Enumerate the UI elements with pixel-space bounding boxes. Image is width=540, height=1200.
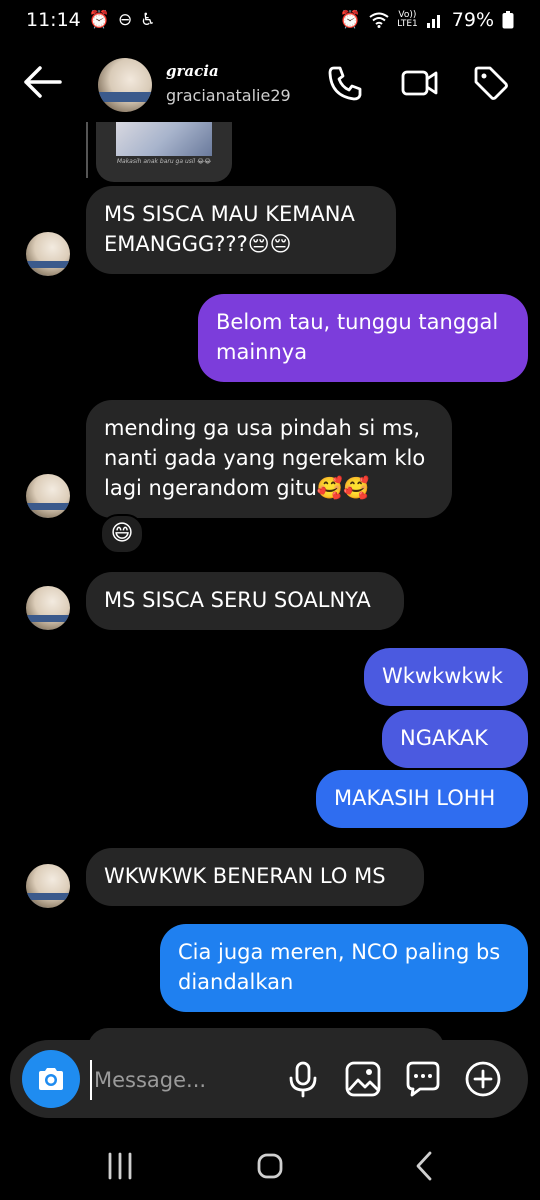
message-line: nanti gada yang ngerekam klo [104, 446, 426, 470]
system-navigation-bar [0, 1128, 540, 1200]
message-bubble-sent[interactable]: Cia juga meren, NCO paling bs diandalkan [160, 924, 528, 1012]
message-reaction[interactable]: 😄 [100, 514, 144, 554]
message-bubble-received[interactable]: mending ga usa pindah si ms, nanti gada … [86, 400, 452, 518]
chat-screen: 11:14 ⏰ ⊖ ♿ ⏰ Vo)) LTE1 79% gracia graci… [0, 0, 540, 1200]
message-line: EMANGGG???😔😔 [104, 232, 292, 256]
message-bubble-sent[interactable]: Belom tau, tunggu tanggal mainnya [198, 294, 528, 382]
camera-button[interactable] [22, 1050, 80, 1108]
chat-header: gracia gracianatalie29 [0, 42, 540, 122]
message-bubble-received[interactable]: MS SISCA MAU KEMANA EMANGGG???😔😔 [86, 186, 396, 274]
status-time: 11:14 [26, 9, 81, 31]
contact-handle[interactable]: gracianatalie29 [166, 86, 291, 105]
message-line: Wkwkwkwk [382, 664, 503, 688]
shared-post-image [116, 122, 212, 156]
alarm-icon: ⏰ [339, 10, 362, 30]
message-line: Cia juga meren, NCO paling bs [178, 940, 501, 964]
shared-post-caption: Makasih anak baru ga usil 😂😂 [116, 158, 212, 165]
sender-avatar[interactable] [26, 474, 70, 518]
message-input[interactable] [90, 1060, 276, 1100]
battery-percent: 79% [451, 9, 494, 31]
alarm-icon: ⏰ [88, 10, 110, 30]
signal-icon [426, 15, 440, 28]
message-line: diandalkan [178, 970, 294, 994]
add-icon[interactable] [464, 1060, 502, 1098]
camera-icon [39, 1068, 63, 1090]
message-composer [10, 1040, 528, 1118]
message-line: WKWKWK BENERAN LO MS [104, 864, 386, 888]
message-line: MS SISCA MAU KEMANA [104, 202, 355, 226]
phone-icon[interactable] [326, 64, 364, 102]
microphone-icon[interactable] [284, 1060, 322, 1098]
message-line: mainnya [216, 340, 308, 364]
back-arrow-icon[interactable] [22, 64, 64, 100]
battery-icon [502, 11, 514, 29]
message-line: lagi ngerandom gitu🥰🥰 [104, 476, 370, 500]
message-line: Belom tau, tunggu tanggal [216, 310, 499, 334]
back-nav-icon[interactable] [404, 1146, 444, 1186]
contact-avatar[interactable] [98, 58, 152, 112]
message-line: NGAKAK [400, 726, 488, 750]
volte-line-2: LTE1 [397, 19, 418, 29]
message-bubble-sent[interactable]: NGAKAK [382, 710, 528, 768]
shared-post-preview[interactable]: Makasih anak baru ga usil 😂😂 [96, 122, 232, 182]
sender-avatar[interactable] [26, 864, 70, 908]
message-bubble-received[interactable]: MS SISCA SERU SOALNYA [86, 572, 404, 630]
message-bubble-received[interactable]: WKWKWK BENERAN LO MS [86, 848, 424, 906]
tag-icon[interactable] [472, 64, 510, 102]
message-line: MAKASIH LOHH [334, 786, 496, 810]
do-not-disturb-icon: ⊖ [117, 10, 133, 30]
sticker-chat-icon[interactable] [404, 1060, 442, 1098]
sender-avatar[interactable] [26, 586, 70, 630]
status-right: ⏰ Vo)) LTE1 79% [340, 9, 514, 31]
video-call-icon[interactable] [400, 64, 438, 102]
accessibility-icon: ♿ [140, 10, 156, 30]
reply-indicator-line [86, 122, 88, 178]
volte-indicator: Vo)) LTE1 [397, 11, 418, 29]
home-icon[interactable] [250, 1146, 290, 1186]
sender-avatar[interactable] [26, 232, 70, 276]
message-line: MS SISCA SERU SOALNYA [104, 588, 371, 612]
message-bubble-sent[interactable]: Wkwkwkwk [364, 648, 528, 706]
message-bubble-sent[interactable]: MAKASIH LOHH [316, 770, 528, 828]
message-line: mending ga usa pindah si ms, [104, 416, 421, 440]
status-bar: 11:14 ⏰ ⊖ ♿ ⏰ Vo)) LTE1 79% [0, 0, 540, 40]
message-thread[interactable]: Makasih anak baru ga usil 😂😂 MS SISCA MA… [0, 122, 540, 1040]
status-left: 11:14 ⏰ ⊖ ♿ [26, 9, 155, 31]
wifi-icon [369, 12, 389, 28]
recent-apps-icon[interactable] [100, 1146, 140, 1186]
message-bubble-received-partial[interactable] [88, 1028, 444, 1040]
gallery-icon[interactable] [344, 1060, 382, 1098]
contact-name[interactable]: gracia [166, 62, 219, 80]
